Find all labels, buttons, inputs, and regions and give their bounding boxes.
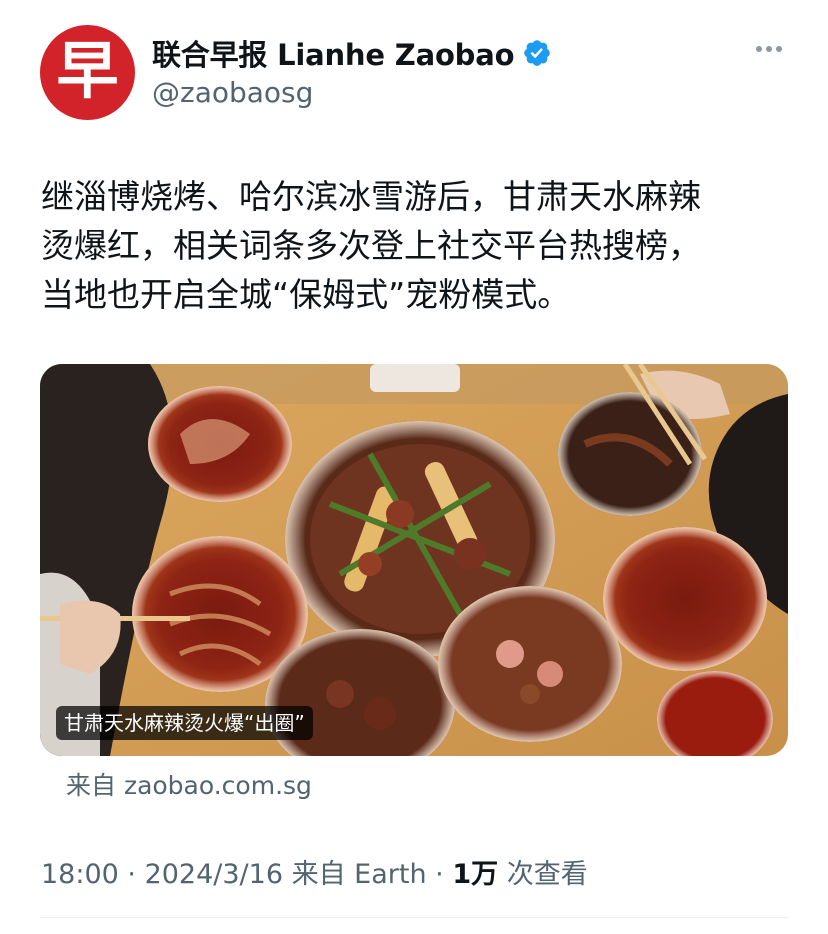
- tweet-date[interactable]: 2024/3/16: [145, 859, 283, 890]
- author-name-row: 联合早报 Lianhe Zaobao: [152, 32, 552, 74]
- divider: [40, 917, 788, 918]
- avatar[interactable]: 早: [40, 25, 135, 120]
- media-caption: 甘肃天水麻辣烫火爆“出圈”: [56, 706, 313, 740]
- views-label: 次查看: [498, 859, 588, 890]
- meta-separator: ·: [426, 859, 453, 890]
- food-photo-illustration: [40, 364, 788, 756]
- tweet-meta: 18:00 · 2024/3/16 来自 Earth · 1万 次查看: [41, 852, 588, 891]
- link-source[interactable]: 来自 zaobao.com.sg: [66, 766, 312, 802]
- tweet-time[interactable]: 18:00: [41, 859, 119, 890]
- account-handle[interactable]: @zaobaosg: [152, 76, 313, 109]
- views-count[interactable]: 1万: [452, 852, 498, 891]
- verified-badge-icon: [522, 38, 552, 68]
- meta-separator: ·: [118, 859, 145, 890]
- avatar-logo-glyph: 早: [56, 33, 119, 107]
- tweet-text: 继淄博烧烤、哈尔滨冰雪游后，甘肃天水麻辣 烫爆红，相关词条多次登上社交平台热搜榜…: [41, 177, 701, 314]
- more-dot: [756, 46, 762, 52]
- media-image[interactable]: [40, 364, 788, 756]
- more-options-icon[interactable]: [754, 40, 784, 58]
- tweet-source: 来自 Earth: [283, 859, 427, 890]
- more-dot: [766, 46, 772, 52]
- more-dot: [776, 46, 782, 52]
- display-name[interactable]: 联合早报 Lianhe Zaobao: [152, 32, 515, 74]
